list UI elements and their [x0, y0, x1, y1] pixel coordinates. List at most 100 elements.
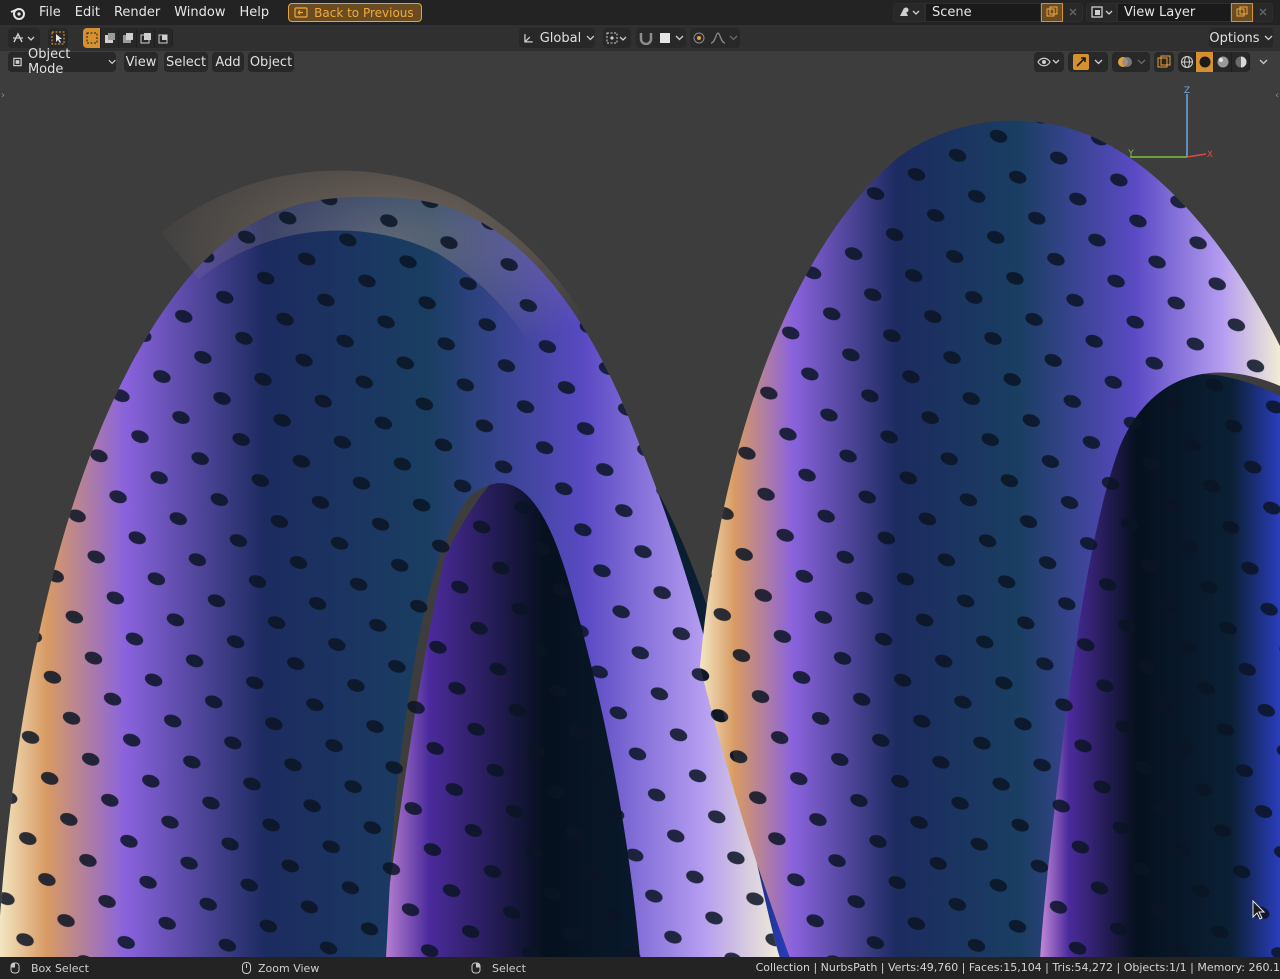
status-left-action: Box Select: [31, 961, 89, 975]
select-mode-invert-button[interactable]: [137, 28, 155, 48]
gizmo-z-label: Z: [1184, 86, 1190, 96]
solid-sphere-icon: [1199, 56, 1210, 68]
add-menu-button[interactable]: Add: [212, 52, 244, 72]
view-layer-icon: [1090, 6, 1112, 18]
status-right-action: Select: [492, 961, 526, 975]
rendered-sphere-icon: [1235, 56, 1246, 68]
chevron-down-icon: [586, 35, 595, 41]
scene-new-button[interactable]: [1041, 2, 1063, 22]
object-mode-icon: [13, 57, 22, 67]
select-tool-button[interactable]: [48, 28, 68, 48]
view-layer-new-button[interactable]: [1231, 2, 1253, 22]
back-to-previous-label: Back to Previous: [314, 5, 414, 20]
scene-statistics: Collection | NurbsPath | Verts:49,760 | …: [755, 961, 1280, 974]
chevron-down-icon: [675, 35, 684, 41]
object-mode-label: Object Mode: [27, 47, 71, 77]
snap-group: [636, 28, 686, 48]
gizmo-x-label: X: [1207, 150, 1213, 160]
shading-options-dropdown[interactable]: [1254, 52, 1272, 72]
scene-name-field[interactable]: Scene: [925, 2, 1041, 22]
transform-orientation-label: Global: [539, 30, 582, 46]
select-invert-icon: [140, 33, 151, 44]
holes-pattern-left: [0, 196, 780, 958]
mouse-right-icon: [471, 962, 481, 974]
gizmo-dropdown[interactable]: [1068, 52, 1108, 72]
holes-pattern-right: [700, 120, 1280, 958]
status-right-click-hint: Select: [471, 957, 526, 979]
close-icon: [1259, 8, 1267, 16]
back-arrow-icon: [294, 7, 308, 18]
select-mode-segment: [83, 28, 173, 48]
overlays-dropdown[interactable]: [1112, 52, 1150, 72]
gizmo-toggle-icon: [1073, 54, 1089, 70]
shading-material-button[interactable]: [1214, 52, 1232, 72]
mouse-left-icon: [10, 962, 20, 974]
shading-wireframe-button[interactable]: [1178, 52, 1196, 72]
axis-gizmo[interactable]: Z Y X: [1127, 86, 1213, 160]
close-icon: [1069, 8, 1077, 16]
top-menu-bar: File Edit Render Window Help Back to Pre…: [0, 0, 1280, 25]
magnet-icon[interactable]: [638, 31, 654, 45]
menu-edit[interactable]: Edit: [68, 0, 107, 25]
menu-window[interactable]: Window: [167, 0, 232, 25]
proportional-edit-group: [690, 28, 740, 48]
view-layer-browse-button[interactable]: [1086, 2, 1117, 22]
scene-delete-button[interactable]: [1063, 2, 1083, 22]
view-menu-button[interactable]: View: [124, 52, 158, 72]
status-left-click-hint: Box Select: [10, 957, 89, 979]
status-middle-click-hint: Zoom View: [242, 957, 319, 979]
select-new-icon: [86, 32, 97, 44]
object-menu-button[interactable]: Object: [248, 52, 294, 72]
select-extend-icon: [104, 33, 115, 43]
transform-orientation-dropdown[interactable]: Global: [519, 28, 595, 48]
view-layer-name-field[interactable]: View Layer: [1117, 2, 1231, 22]
cursor-select-icon: [51, 31, 65, 45]
options-dropdown[interactable]: Options: [1209, 28, 1273, 48]
status-middle-action: Zoom View: [258, 961, 320, 975]
wireframe-sphere-icon: [1180, 56, 1193, 68]
back-to-previous-button[interactable]: Back to Previous: [288, 3, 422, 22]
xray-toggle[interactable]: [1154, 52, 1174, 72]
menu-render[interactable]: Render: [107, 0, 167, 25]
shading-rendered-button[interactable]: [1232, 52, 1250, 72]
falloff-curve-icon[interactable]: [710, 32, 726, 44]
shading-solid-button[interactable]: [1196, 52, 1214, 72]
menu-file[interactable]: File: [32, 0, 68, 25]
chevron-down-icon: [1259, 59, 1267, 65]
select-mode-new-button[interactable]: [83, 28, 101, 48]
snap-increment-icon[interactable]: [658, 31, 672, 45]
viewport-header: Object Mode View Select Add Object: [0, 47, 1280, 77]
copy-icon: [1236, 6, 1248, 17]
object-mode-dropdown[interactable]: Object Mode: [8, 47, 116, 77]
material-sphere-icon: [1217, 56, 1228, 68]
scene-icon: [900, 7, 920, 16]
shading-mode-segment: [1178, 52, 1250, 72]
select-subtract-icon: [122, 33, 133, 43]
select-mode-subtract-button[interactable]: [119, 28, 137, 48]
toolbar-expand-arrow-icon[interactable]: ›: [1, 90, 5, 101]
sidebar-expand-arrow-icon[interactable]: ‹: [1275, 90, 1279, 101]
3d-viewport[interactable]: Z Y X › ‹: [0, 25, 1280, 958]
chevron-down-icon: [729, 35, 738, 41]
options-label: Options: [1209, 30, 1260, 46]
editor-type-button[interactable]: [8, 28, 40, 48]
chevron-down-icon: [1264, 35, 1273, 41]
select-mode-intersect-button[interactable]: [155, 28, 173, 48]
pivot-point-dropdown[interactable]: [603, 28, 631, 48]
overlays-icon: [1117, 57, 1132, 67]
gizmo-y-label: Y: [1127, 149, 1134, 159]
pivot-icon: [606, 32, 627, 44]
xray-icon: [1157, 55, 1171, 68]
proportional-edit-icon[interactable]: [692, 31, 706, 45]
scene-browse-button[interactable]: [893, 2, 925, 22]
copy-icon: [1046, 6, 1058, 17]
viewport-render[interactable]: Z Y X: [0, 26, 1280, 958]
visibility-dropdown[interactable]: [1034, 52, 1064, 72]
select-menu-button[interactable]: Select: [164, 52, 208, 72]
view-layer-delete-button[interactable]: [1253, 2, 1273, 22]
blender-logo-icon[interactable]: [10, 5, 26, 21]
chevron-down-icon: [1094, 59, 1103, 65]
menu-help[interactable]: Help: [233, 0, 277, 25]
status-bar: Box Select Zoom View Select Collection |…: [0, 957, 1280, 979]
select-mode-extend-button[interactable]: [101, 28, 119, 48]
